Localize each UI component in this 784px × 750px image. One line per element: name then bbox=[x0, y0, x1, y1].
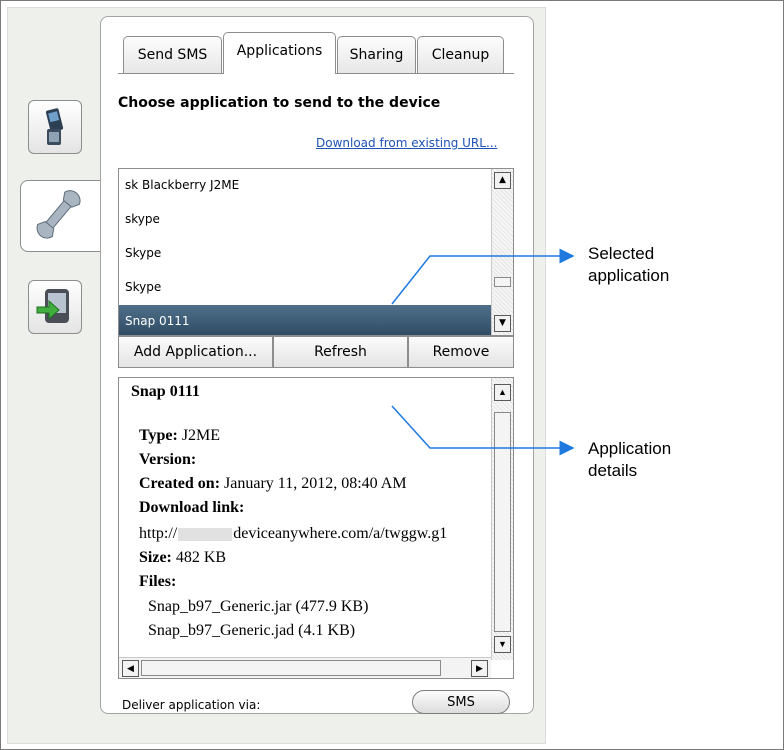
tab-applications[interactable]: Applications bbox=[223, 32, 336, 74]
selected-application-arrow bbox=[391, 248, 575, 305]
selected-application-callout: Selected application bbox=[588, 243, 669, 287]
callout-text: application bbox=[588, 266, 670, 285]
callout-text: Selected bbox=[588, 244, 655, 263]
callout-text: Application bbox=[588, 439, 672, 458]
application-details-arrow bbox=[391, 405, 575, 456]
callout-text: details bbox=[588, 461, 638, 480]
application-details-callout: Application details bbox=[588, 438, 671, 482]
callout-lines bbox=[391, 248, 575, 456]
